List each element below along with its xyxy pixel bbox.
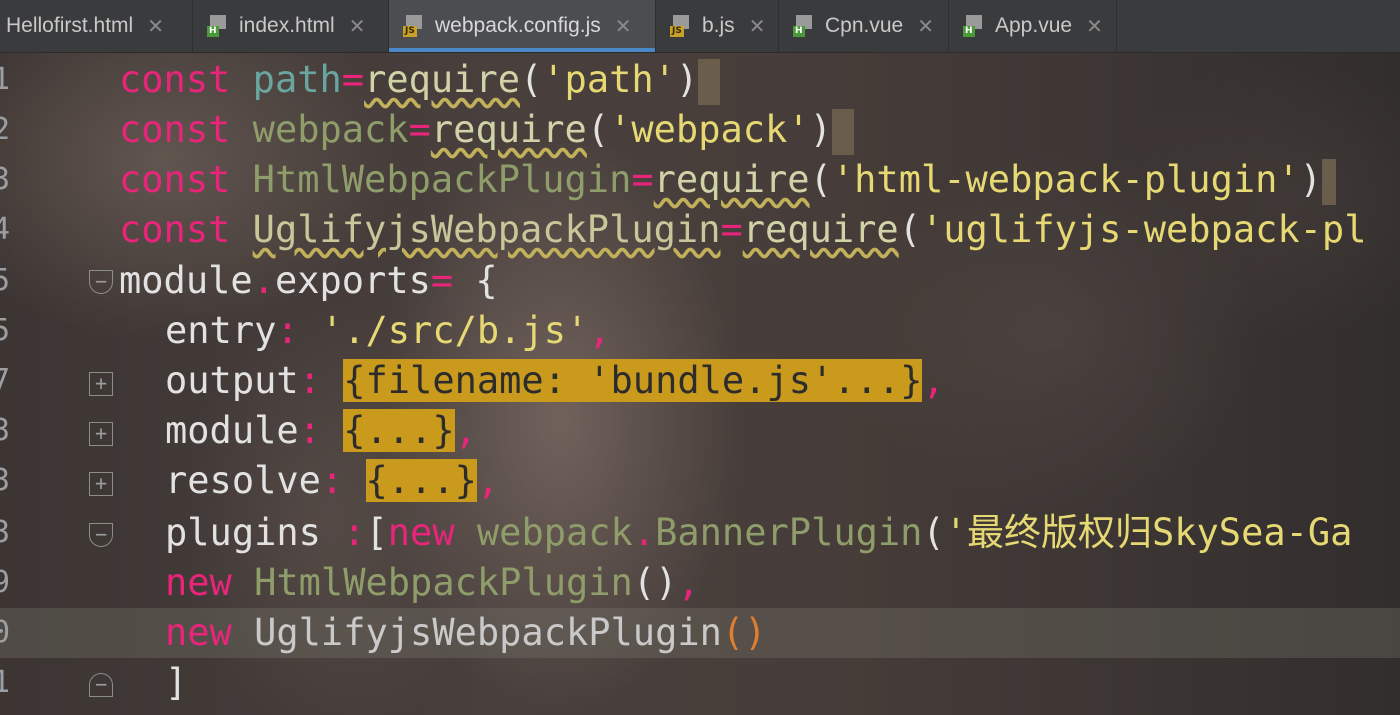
vue-file-icon: H — [793, 15, 815, 37]
code-line-3[interactable]: const HtmlWebpackPlugin=require('html-we… — [119, 155, 1336, 205]
folded-region[interactable]: {...} — [365, 459, 477, 502]
code-line-10[interactable]: plugins :[new webpack.BannerPlugin('最终版权… — [165, 508, 1352, 558]
line-number: 5 — [0, 313, 11, 348]
code-line-8[interactable]: module: {...}, — [165, 406, 477, 456]
tab-label: b.js — [702, 14, 735, 37]
code-line-6[interactable]: entry: './src/b.js', — [165, 306, 611, 356]
caret-highlight — [1321, 158, 1336, 205]
tab-label: Cpn.vue — [825, 14, 904, 37]
js-file-icon: JS — [403, 15, 425, 37]
line-number: 3 — [0, 515, 11, 550]
close-icon[interactable]: ✕ — [917, 14, 934, 39]
tab-hellofirst-html[interactable]: Hellofirst.html ✕ — [0, 0, 193, 52]
close-icon[interactable]: ✕ — [147, 14, 164, 39]
tab-b-js[interactable]: JS b.js ✕ — [656, 0, 779, 52]
editor-tab-bar: Hellofirst.html ✕ H index.html ✕ JS webp… — [0, 0, 1400, 53]
line-number: 1 — [0, 62, 11, 97]
tab-webpack-config-js[interactable]: JS webpack.config.js ✕ — [389, 0, 656, 52]
js-file-icon: JS — [670, 15, 692, 37]
line-number: 9 — [0, 565, 11, 600]
caret-highlight — [831, 108, 854, 155]
close-icon[interactable]: ✕ — [349, 14, 366, 39]
fold-expand-icon[interactable]: + — [89, 422, 113, 446]
tab-app-vue[interactable]: H App.vue ✕ — [949, 0, 1117, 52]
code-line-4[interactable]: const UglifyjsWebpackPlugin=require('ugl… — [119, 205, 1367, 255]
tab-label: webpack.config.js — [435, 14, 601, 37]
fold-end-icon[interactable]: − — [89, 673, 113, 697]
tab-cpn-vue[interactable]: H Cpn.vue ✕ — [779, 0, 949, 52]
folded-region[interactable]: {filename: 'bundle.js'...} — [343, 359, 923, 402]
line-number: 4 — [0, 212, 11, 247]
fold-collapse-icon[interactable]: − — [89, 523, 113, 547]
fold-collapse-icon[interactable]: − — [89, 270, 113, 294]
tab-label: App.vue — [995, 14, 1073, 37]
fold-expand-icon[interactable]: + — [89, 472, 113, 496]
line-number: 3 — [0, 162, 11, 197]
line-number: 2 — [0, 112, 11, 147]
code-line-9[interactable]: resolve: {...}, — [165, 456, 499, 506]
close-icon[interactable]: ✕ — [615, 14, 632, 39]
code-line-5[interactable]: module.exports= { — [119, 256, 498, 306]
tab-label: index.html — [239, 14, 335, 37]
vue-file-icon: H — [963, 15, 985, 37]
code-line-11[interactable]: new HtmlWebpackPlugin(), — [165, 558, 700, 608]
tab-label: Hellofirst.html — [6, 14, 134, 37]
html-file-icon: H — [207, 15, 229, 37]
line-number: 1 — [0, 665, 11, 700]
code-line-12[interactable]: new UglifyjsWebpackPlugin() — [165, 608, 766, 658]
tab-index-html[interactable]: H index.html ✕ — [193, 0, 389, 52]
close-icon[interactable]: ✕ — [749, 14, 766, 39]
code-line-7[interactable]: output: {filename: 'bundle.js'...}, — [165, 356, 945, 406]
caret-highlight — [698, 58, 721, 105]
fold-expand-icon[interactable]: + — [89, 372, 113, 396]
line-number: 5 — [0, 263, 11, 298]
folded-region[interactable]: {...} — [343, 409, 455, 452]
line-number: 3 — [0, 413, 11, 448]
code-line-2[interactable]: const webpack=require('webpack') — [119, 105, 854, 155]
line-number: 7 — [0, 363, 11, 398]
code-line-13[interactable]: ] — [165, 658, 187, 708]
line-number: 3 — [0, 463, 11, 498]
line-number: 0 — [0, 615, 11, 650]
code-line-1[interactable]: const path=require('path') — [119, 55, 721, 105]
close-icon[interactable]: ✕ — [1086, 14, 1103, 39]
